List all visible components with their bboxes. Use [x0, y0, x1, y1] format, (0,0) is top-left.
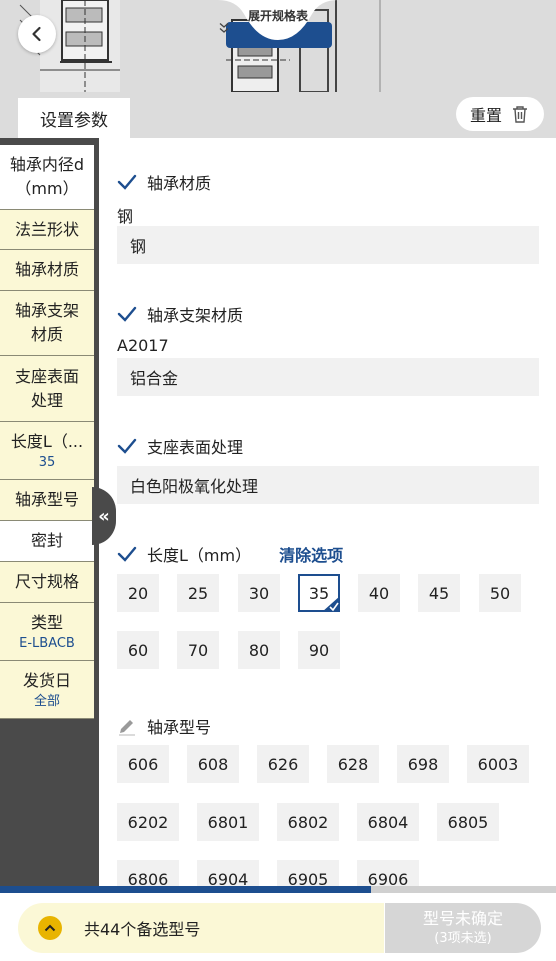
bearing-model-option[interactable]: 6906: [357, 860, 419, 886]
bearing-model-option[interactable]: 698: [397, 745, 449, 783]
bearing-material-value[interactable]: 钢: [117, 226, 539, 264]
candidate-count-label: 共44个备选型号: [84, 920, 201, 939]
sidebar-item-label: 发货日: [22, 671, 71, 690]
section-bearing-model: 轴承型号: [117, 714, 211, 738]
section-length: 长度L（mm） 清除选项: [117, 542, 343, 566]
sidebar-item-length[interactable]: 长度L（... 35: [0, 422, 94, 480]
bearing-model-option[interactable]: 6804: [357, 803, 419, 841]
length-option[interactable]: 60: [117, 631, 159, 669]
sidebar-item-label: 类型: [30, 613, 63, 632]
expand-spec-table-toggle[interactable]: 展开规格表: [218, 0, 338, 44]
candidate-summary-button[interactable]: 共44个备选型号: [18, 903, 384, 953]
section-title: 轴承支架材质: [147, 306, 244, 325]
length-option[interactable]: 70: [177, 631, 219, 669]
progress-fill: [0, 886, 371, 893]
section-bearing-material: 轴承材质: [117, 170, 211, 194]
length-option[interactable]: 40: [358, 574, 400, 612]
parameter-sidebar: 轴承内径d（mm） 法兰形状 轴承材质 轴承支架材质 支座表面处理 长度L（..…: [0, 145, 94, 719]
length-option[interactable]: 30: [238, 574, 280, 612]
sidebar-item-size-spec[interactable]: 尺寸规格: [0, 562, 94, 603]
bearing-model-option[interactable]: 6904: [197, 860, 259, 886]
sidebar-item-bearing-model[interactable]: 轴承型号: [0, 480, 94, 521]
bearing-model-option[interactable]: 6806: [117, 860, 179, 886]
length-option[interactable]: 45: [418, 574, 460, 612]
sidebar-item-label: 轴承材质: [14, 260, 79, 279]
sidebar-item-value: E-LBACB: [19, 636, 75, 651]
pencil-icon: [119, 720, 135, 736]
expand-spec-table-label: 展开规格表: [247, 9, 308, 23]
surface-treatment-value[interactable]: 白色阳极氧化处理: [117, 466, 539, 504]
section-surface-treatment: 支座表面处理: [117, 434, 243, 458]
bearing-model-option[interactable]: 6801: [197, 803, 259, 841]
bracket-material-code: A2017: [117, 336, 169, 355]
bearing-material-code: 钢: [117, 207, 134, 226]
bearing-model-option[interactable]: 608: [187, 745, 239, 783]
bearing-model-option[interactable]: 6905: [277, 860, 339, 886]
length-option[interactable]: 90: [298, 631, 340, 669]
trash-icon: [513, 106, 527, 123]
section-bracket-material: 轴承支架材质: [117, 302, 243, 326]
length-option[interactable]: 50: [479, 574, 521, 612]
checkmark-icon: [117, 306, 137, 322]
sidebar-item-ship-date[interactable]: 发货日 全部: [0, 661, 94, 719]
bearing-model-option[interactable]: 6003: [467, 745, 529, 783]
clear-selection-link[interactable]: 清除选项: [279, 542, 343, 566]
confirm-model-label: 型号未确定: [422, 909, 503, 928]
bracket-material-value[interactable]: 铝合金: [117, 358, 539, 396]
sidebar-item-label: 轴承内径d（mm）: [9, 155, 85, 198]
tab-settings[interactable]: 设置参数: [18, 98, 130, 138]
section-title: 长度L（mm）: [147, 546, 252, 565]
length-option[interactable]: 80: [238, 631, 280, 669]
bearing-model-option[interactable]: 606: [117, 745, 169, 783]
sidebar-item-label: 轴承型号: [14, 490, 79, 509]
sidebar-item-value: 35: [38, 455, 56, 470]
length-option[interactable]: 25: [177, 574, 219, 612]
back-button[interactable]: [18, 15, 56, 53]
chevron-left-icon: [32, 26, 41, 42]
length-option[interactable]: 20: [117, 574, 159, 612]
bearing-model-option[interactable]: 628: [327, 745, 379, 783]
bearing-model-option[interactable]: 626: [257, 745, 309, 783]
sidebar-item-inner-diameter[interactable]: 轴承内径d（mm）: [0, 145, 94, 210]
sidebar-item-label: 法兰形状: [14, 219, 79, 239]
confirm-model-button[interactable]: 型号未确定 (3项未选): [385, 903, 541, 953]
bearing-model-option[interactable]: 6202: [117, 803, 179, 841]
sidebar-item-label: 支座表面处理: [14, 366, 79, 410]
checkmark-icon: [117, 174, 137, 190]
sidebar-item-value: 全部: [33, 694, 60, 709]
checkmark-icon: [117, 438, 137, 454]
length-option-selected[interactable]: 35: [298, 574, 340, 612]
sidebar-item-label: 密封: [30, 531, 63, 550]
chevron-up-icon: [38, 916, 62, 940]
selected-check-icon: [322, 596, 340, 612]
bearing-model-option[interactable]: 6805: [437, 803, 499, 841]
sidebar-item-seal[interactable]: 密封: [0, 521, 94, 562]
double-chevron-left-icon: «: [98, 505, 110, 527]
section-title: 支座表面处理: [147, 438, 244, 457]
sidebar-item-label: 轴承支架材质: [14, 301, 79, 344]
sidebar-item-label: 尺寸规格: [14, 572, 79, 591]
sidebar-item-flange-shape[interactable]: 法兰形状: [0, 210, 94, 250]
checkmark-icon: [117, 546, 137, 562]
section-title: 轴承型号: [147, 718, 212, 737]
sidebar-item-surface-treatment[interactable]: 支座表面处理: [0, 356, 94, 422]
section-title: 轴承材质: [147, 174, 212, 193]
confirm-model-sub: (3项未选): [434, 931, 492, 946]
sidebar-item-bracket-material[interactable]: 轴承支架材质: [0, 291, 94, 356]
bearing-model-option[interactable]: 6802: [277, 803, 339, 841]
sidebar-item-label: 长度L（...: [10, 432, 84, 451]
sidebar-item-bearing-material[interactable]: 轴承材质: [0, 250, 94, 291]
reset-button[interactable]: 重置: [456, 97, 544, 131]
sidebar-item-type[interactable]: 类型 E-LBACB: [0, 603, 94, 661]
collapse-sidebar-button[interactable]: «: [92, 487, 116, 545]
reset-label: 重置: [469, 106, 502, 125]
